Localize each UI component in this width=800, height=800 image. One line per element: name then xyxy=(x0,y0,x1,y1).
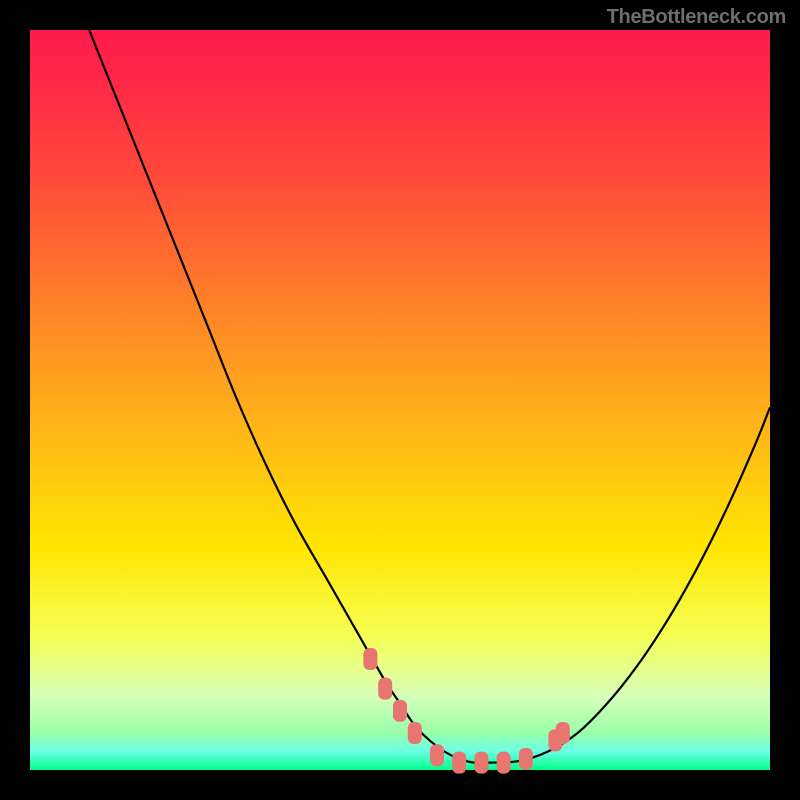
curve-marker xyxy=(497,752,511,774)
curve-marker xyxy=(430,744,444,766)
chart-svg xyxy=(30,30,770,770)
watermark-text: TheBottleneck.com xyxy=(607,6,786,29)
curve-marker xyxy=(474,752,488,774)
outer-frame: TheBottleneck.com xyxy=(0,0,800,800)
curve-marker xyxy=(519,748,533,770)
bottleneck-curve xyxy=(89,30,770,763)
curve-marker xyxy=(393,700,407,722)
curve-marker xyxy=(408,722,422,744)
curve-marker xyxy=(556,722,570,744)
curve-marker xyxy=(378,678,392,700)
curve-marker xyxy=(363,648,377,670)
curve-marker xyxy=(452,752,466,774)
